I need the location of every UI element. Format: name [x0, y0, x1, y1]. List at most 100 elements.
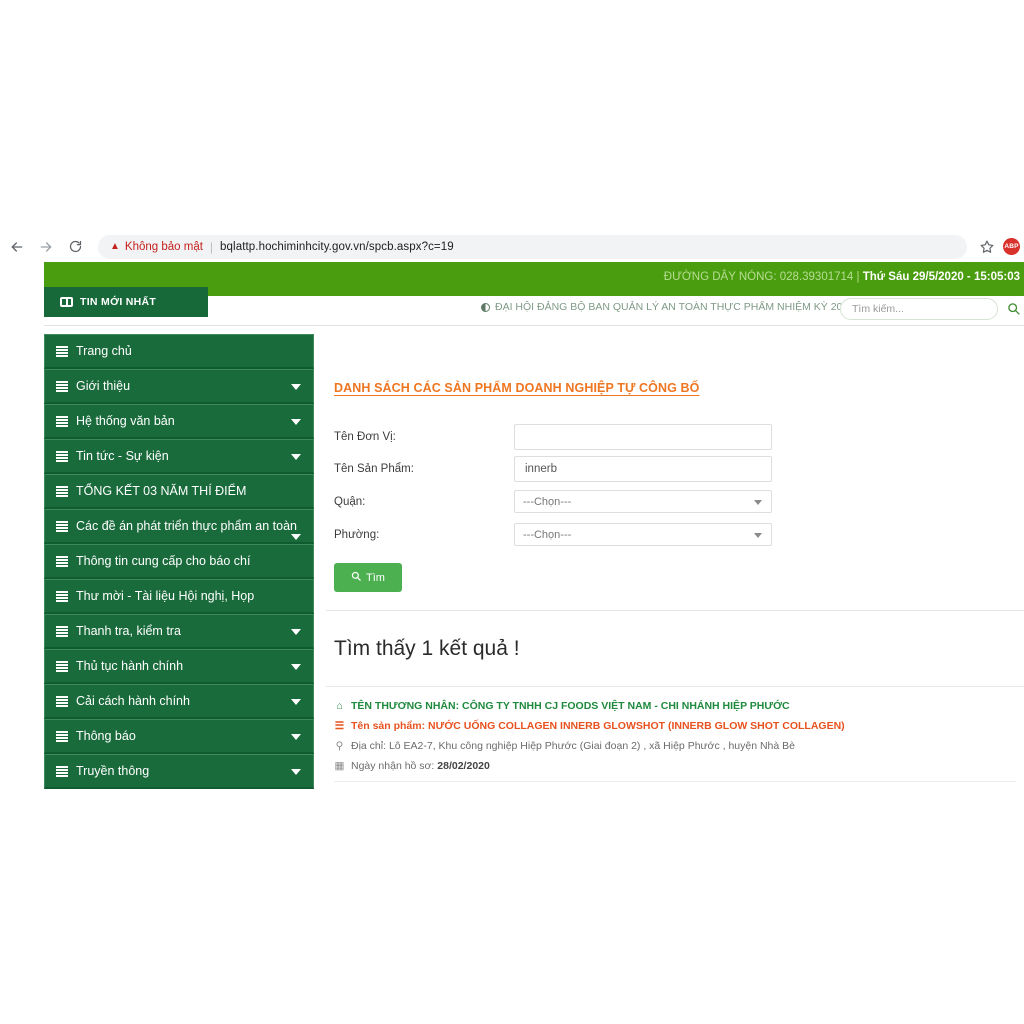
result-date-line: ▦ Ngày nhận hồ sơ: 28/02/2020 [334, 760, 1024, 773]
sidebar-item-label: Thủ tục hành chính [76, 659, 183, 673]
form-row-unit: Tên Đơn Vị: [334, 421, 1024, 453]
menu-list-icon [56, 451, 68, 461]
site-subheader: TIN MỚI NHẤT ĐẠI HỘI ĐẢNG BỘ BAN QUẢN LÝ… [44, 296, 1024, 326]
chevron-down-icon [291, 384, 301, 390]
news-icon [60, 297, 73, 307]
menu-list-icon [56, 731, 68, 741]
chevron-down-icon [291, 534, 301, 540]
site-search-input[interactable] [840, 298, 998, 320]
menu-list-icon [56, 416, 68, 426]
ward-selected-value: ---Chọn--- [523, 529, 571, 541]
menu-list-icon [56, 591, 68, 601]
menu-list-icon [56, 626, 68, 636]
sidebar-item-9[interactable]: Thủ tục hành chính [44, 649, 314, 684]
sidebar-item-12[interactable]: Truyền thông [44, 754, 314, 789]
calendar-icon: ▦ [334, 760, 345, 773]
chevron-down-icon [291, 734, 301, 740]
result-date-label: Ngày nhận hồ sơ: [351, 760, 434, 772]
sidebar-item-label: Các đề án phát triển thực phẩm an toàn [76, 519, 297, 533]
reload-icon[interactable] [62, 234, 88, 260]
product-input[interactable] [514, 456, 772, 482]
list-icon: ☰ [334, 720, 345, 733]
form-row-ward: Phường: ---Chọn--- [334, 518, 1024, 551]
omnibox-separator: | [210, 240, 213, 254]
sidebar-item-0[interactable]: Trang chủ [44, 334, 314, 369]
sidebar-item-3[interactable]: Tin tức - Sự kiện [44, 439, 314, 474]
sidebar-item-label: Thông tin cung cấp cho báo chí [76, 554, 250, 568]
sidebar-item-label: Thanh tra, kiểm tra [76, 624, 181, 638]
pagination-bar: ⏮ ◀ 1 ▶ ⏭ 1 - 1 trong tổng số 1 kết quả [334, 781, 1016, 790]
menu-list-icon [56, 486, 68, 496]
form-row-district: Quận: ---Chọn--- [334, 485, 1024, 518]
chevron-down-icon [291, 454, 301, 460]
sidebar-item-5[interactable]: Các đề án phát triển thực phẩm an toàn [44, 509, 314, 544]
web-page: ĐƯỜNG DÂY NÓNG: 028.39301714 | Thứ Sáu 2… [44, 262, 1024, 790]
chevron-down-icon [291, 419, 301, 425]
sidebar-item-label: Hệ thống văn bản [76, 414, 175, 428]
sidebar-item-4[interactable]: TỔNG KẾT 03 NĂM THÍ ĐIỂM [44, 474, 314, 509]
ward-select[interactable]: ---Chọn--- [514, 523, 772, 546]
menu-list-icon [56, 766, 68, 776]
menu-list-icon [56, 696, 68, 706]
menu-list-icon [56, 556, 68, 566]
sidebar-item-6[interactable]: Thông tin cung cấp cho báo chí [44, 544, 314, 579]
chevron-down-icon [291, 699, 301, 705]
back-icon[interactable] [4, 234, 30, 260]
search-submit-label: Tìm [366, 572, 385, 584]
results-heading: Tìm thấy 1 kết quả ! [334, 637, 1024, 661]
address-bar[interactable]: ▲ Không bảo mật | bqlattp.hochiminhcity.… [98, 235, 967, 259]
star-icon[interactable] [975, 235, 999, 259]
forward-icon[interactable] [33, 234, 59, 260]
sidebar-item-7[interactable]: Thư mời - Tài liệu Hội nghị, Họp [44, 579, 314, 614]
map-pin-icon: ⚲ [334, 740, 345, 753]
sidebar-item-8[interactable]: Thanh tra, kiểm tra [44, 614, 314, 649]
result-product-label: Tên sản phẩm: [351, 720, 425, 732]
form-row-product: Tên Sản Phẩm: [334, 453, 1024, 485]
hotline-bar: ĐƯỜNG DÂY NÓNG: 028.39301714 | Thứ Sáu 2… [664, 271, 1020, 283]
datetime-text: Thứ Sáu 29/5/2020 - 15:05:03 [863, 271, 1020, 283]
menu-list-icon [56, 521, 68, 531]
results-divider [326, 686, 1024, 687]
district-label: Quận: [334, 496, 514, 508]
section-divider [326, 610, 1024, 611]
sidebar-item-label: Thông báo [76, 729, 136, 743]
sidebar-item-2[interactable]: Hệ thống văn bản [44, 404, 314, 439]
page-columns: Trang chủ Giới thiệu Hệ thống văn bản Tin t… [44, 326, 1024, 790]
result-item[interactable]: ⌂ TÊN THƯƠNG NHÂN: CÔNG TY TNHH CJ FOODS… [334, 700, 1024, 773]
sidebar-item-label: Giới thiệu [76, 379, 130, 393]
sidebar-item-11[interactable]: Thông báo [44, 719, 314, 754]
url-text: bqlattp.hochiminhcity.gov.vn/spcb.aspx?c… [220, 241, 454, 253]
result-product-line: ☰ Tên sản phẩm: NƯỚC UỐNG COLLAGEN INNER… [334, 720, 1024, 733]
ward-label: Phường: [334, 529, 514, 541]
product-label: Tên Sản Phẩm: [334, 463, 514, 475]
result-date-value: 28/02/2020 [437, 760, 490, 772]
contrast-icon [481, 303, 490, 312]
district-selected-value: ---Chọn--- [523, 496, 571, 508]
unit-label: Tên Đơn Vị: [334, 431, 514, 443]
announcement-marquee: ĐẠI HỘI ĐẢNG BỘ BAN QUẢN LÝ AN TOÀN THỰC… [481, 301, 887, 313]
adblock-extension-icon[interactable]: ABP [1003, 238, 1020, 255]
sidebar-item-10[interactable]: Cải cách hành chính [44, 684, 314, 719]
hotline-separator: | [857, 271, 860, 283]
result-product-value: NƯỚC UỐNG COLLAGEN INNERB GLOWSHOT (INNE… [428, 720, 845, 732]
result-address-line: ⚲ Địa chỉ: Lô EA2-7, Khu công nghiệp Hiệ… [334, 740, 1024, 753]
chevron-down-icon [291, 769, 301, 775]
sidebar-item-label: Cải cách hành chính [76, 694, 190, 708]
sidebar-item-label: Trang chủ [76, 344, 132, 358]
result-merchant-value: CÔNG TY TNHH CJ FOODS VIỆT NAM - CHI NHÁ… [462, 700, 790, 712]
tab-latest-news-label: TIN MỚI NHẤT [80, 296, 156, 308]
district-select[interactable]: ---Chọn--- [514, 490, 772, 513]
browser-toolbar: ▲ Không bảo mật | bqlattp.hochiminhcity.… [0, 231, 1024, 262]
tab-latest-news[interactable]: TIN MỚI NHẤT [44, 287, 208, 317]
magnifier-icon [351, 571, 361, 584]
hotline-text: ĐƯỜNG DÂY NÓNG: 028.39301714 [664, 271, 854, 283]
screenshot-root: ▲ Không bảo mật | bqlattp.hochiminhcity.… [0, 0, 1024, 1024]
sidebar-item-label: TỔNG KẾT 03 NĂM THÍ ĐIỂM [76, 484, 246, 498]
search-icon[interactable] [1007, 302, 1020, 317]
result-merchant-line: ⌂ TÊN THƯƠNG NHÂN: CÔNG TY TNHH CJ FOODS… [334, 700, 1024, 713]
chevron-down-icon [291, 629, 301, 635]
chevron-down-icon [754, 533, 762, 538]
search-submit-button[interactable]: Tìm [334, 563, 402, 592]
unit-input[interactable] [514, 424, 772, 450]
sidebar-item-1[interactable]: Giới thiệu [44, 369, 314, 404]
